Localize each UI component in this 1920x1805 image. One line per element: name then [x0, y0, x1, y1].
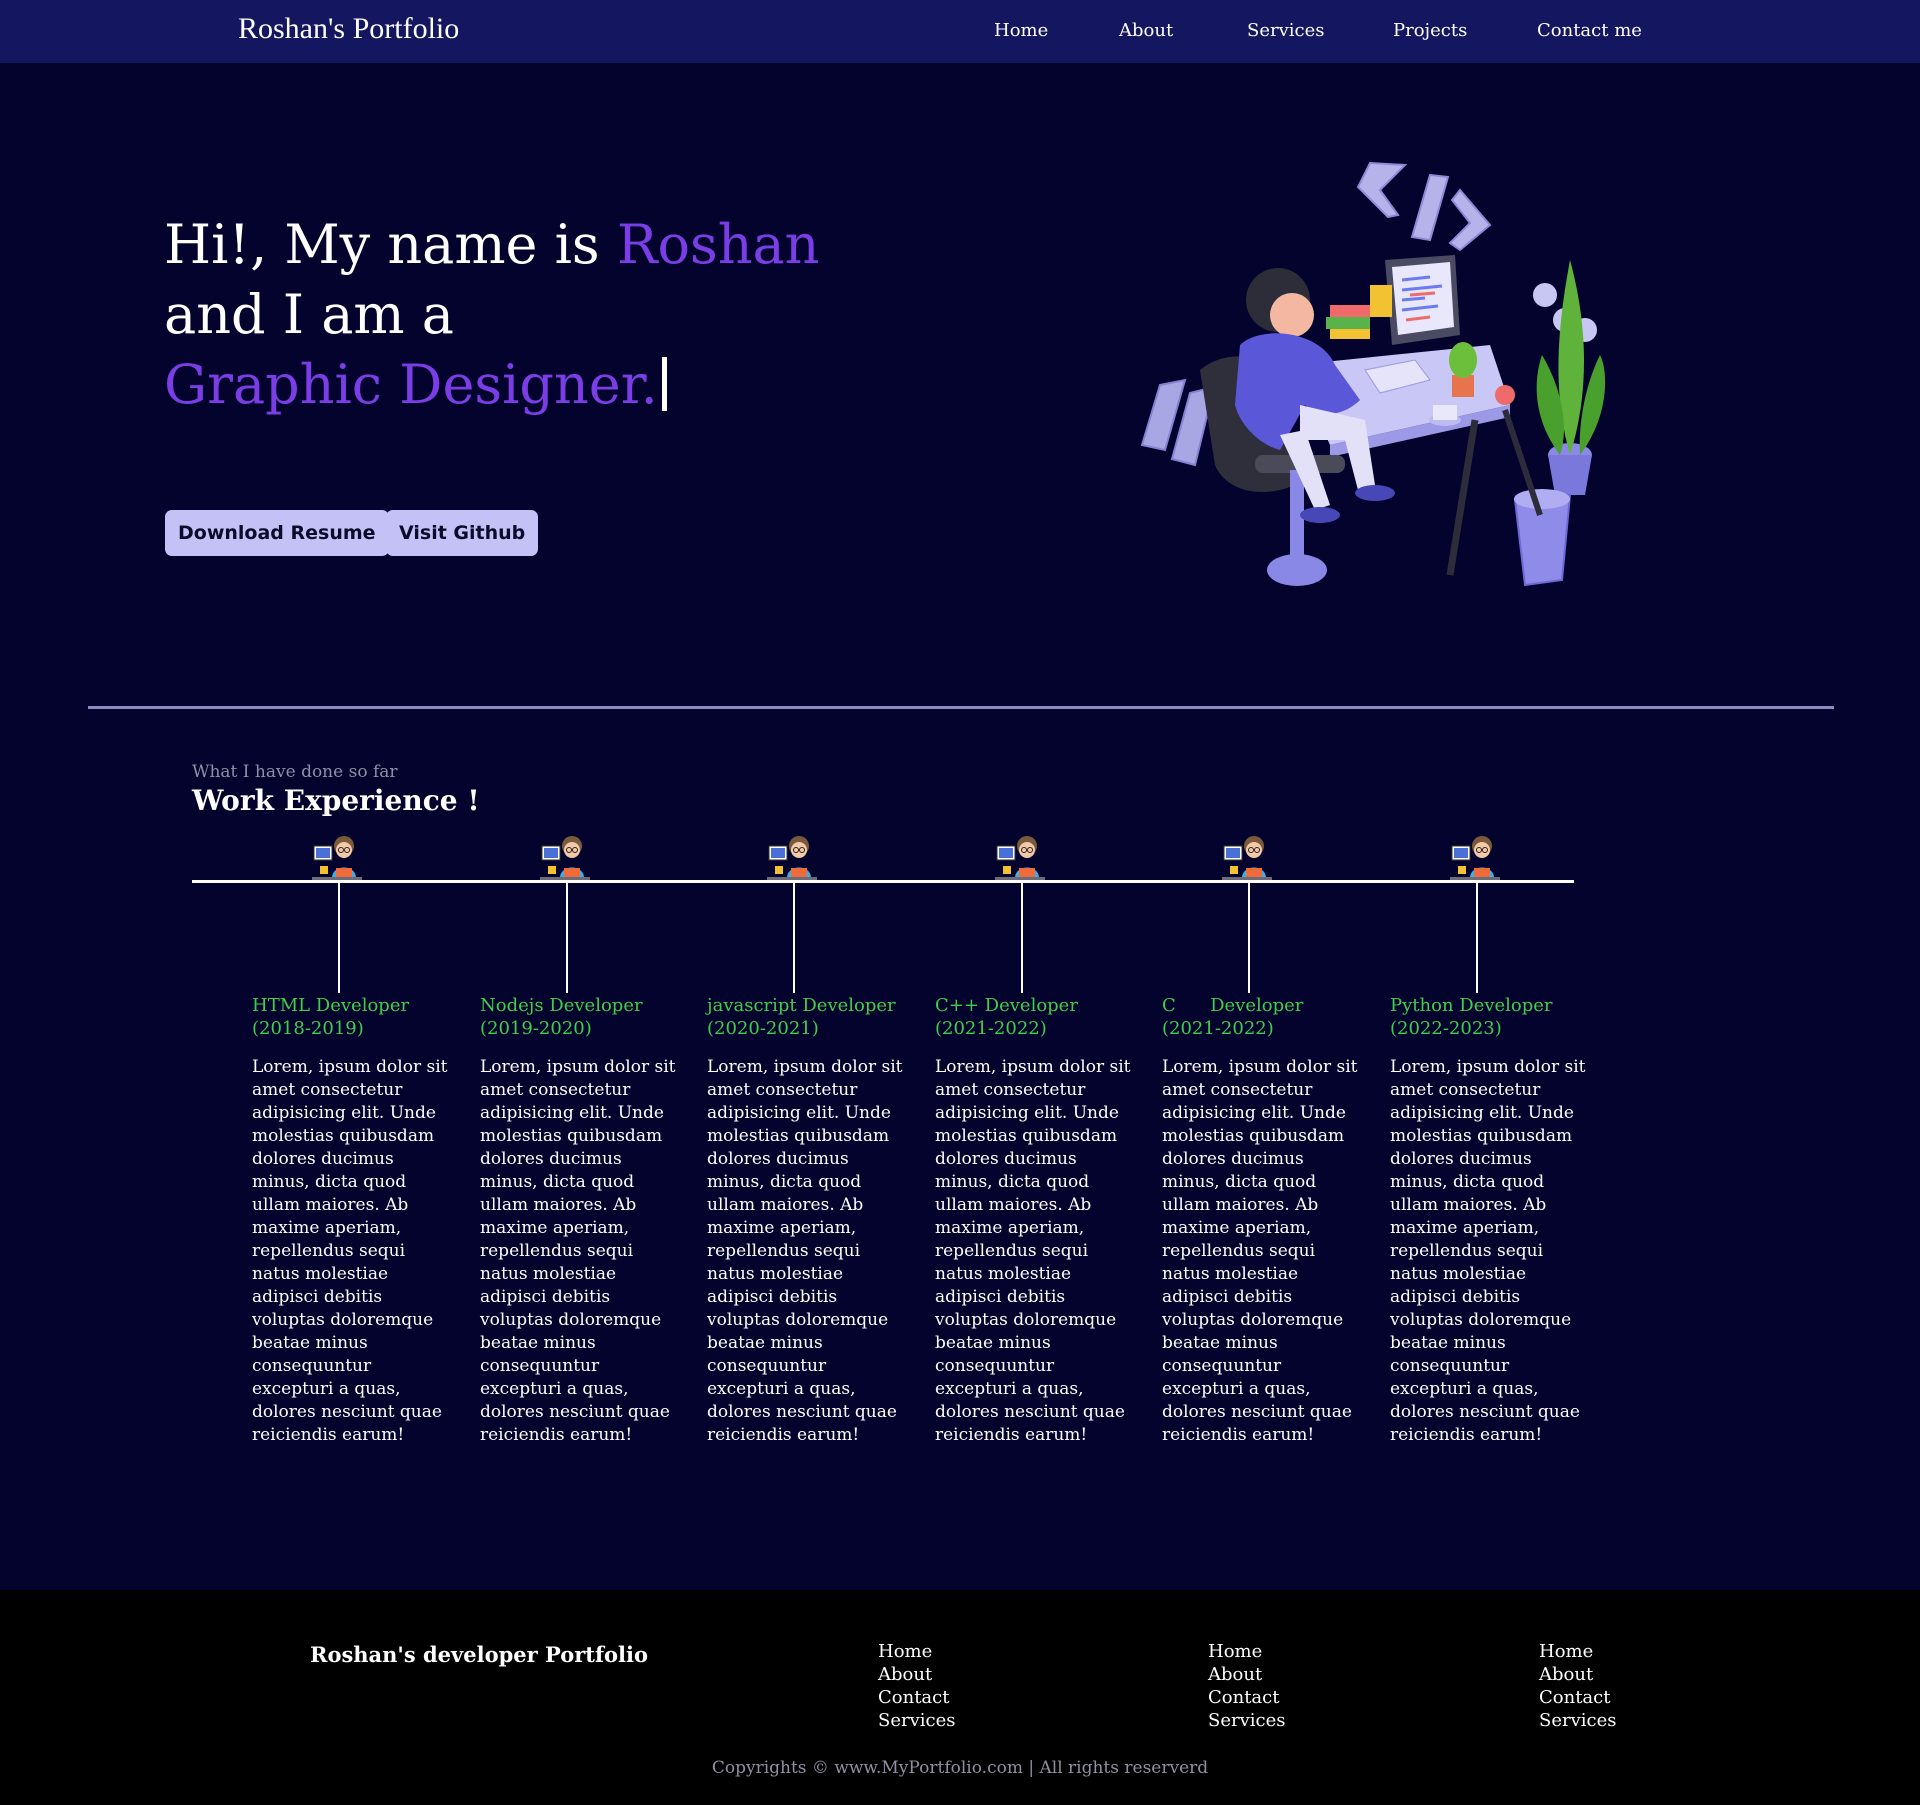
developer-avatar-icon: [1450, 834, 1500, 880]
footer-column-2: Home About Contact Services: [1208, 1640, 1285, 1732]
footer-link-about[interactable]: About: [878, 1663, 955, 1686]
job-years: (2018-2019): [252, 1018, 364, 1039]
job-title: Nodejs Developer: [480, 995, 643, 1016]
nav-link-projects[interactable]: Projects: [1393, 20, 1467, 41]
job-heading: C Developer (2021-2022): [1162, 994, 1372, 1040]
footer-link-services[interactable]: Services: [1208, 1709, 1285, 1732]
developer-avatar-icon: [312, 834, 362, 880]
job-heading: C++ Developer (2021-2022): [935, 994, 1145, 1040]
footer-link-home[interactable]: Home: [1208, 1640, 1285, 1663]
typing-cursor: [661, 357, 667, 411]
job-heading: javascript Developer (2020-2021): [707, 994, 917, 1040]
work-title: Work Experience !: [192, 784, 480, 817]
timeline-stem: [1476, 883, 1478, 993]
copyright-text: Copyrights © www.MyPortfolio.com | All r…: [711, 1758, 1209, 1778]
timeline-stem: [1248, 883, 1250, 993]
job-years: (2021-2022): [935, 1018, 1047, 1039]
hero-name: Roshan: [616, 213, 820, 276]
download-resume-button[interactable]: Download Resume: [165, 510, 389, 556]
job-title: C Developer: [1162, 995, 1304, 1016]
footer-link-services[interactable]: Services: [878, 1709, 955, 1732]
nav-links: Home About Services Projects Contact me: [0, 20, 1920, 50]
developer-avatar-icon: [1222, 834, 1272, 880]
job-title: C++ Developer: [935, 995, 1078, 1016]
footer-column-3: Home About Contact Services: [1539, 1640, 1616, 1732]
nav-link-home[interactable]: Home: [994, 20, 1048, 41]
footer-link-home[interactable]: Home: [878, 1640, 955, 1663]
job-description: Lorem, ipsum dolor sit amet consectetur …: [480, 1057, 676, 1445]
footer-link-services[interactable]: Services: [1539, 1709, 1616, 1732]
job-title: HTML Developer: [252, 995, 410, 1016]
job-description: Lorem, ipsum dolor sit amet consectetur …: [707, 1057, 903, 1445]
nav-link-contact[interactable]: Contact me: [1537, 20, 1642, 41]
developer-avatar-icon: [540, 834, 590, 880]
hero-heading: Hi!, My name is Roshan and I am a Graphi…: [164, 210, 819, 420]
nav-link-about[interactable]: About: [1119, 20, 1173, 41]
footer-link-contact[interactable]: Contact: [878, 1686, 955, 1709]
job-years: (2021-2022): [1162, 1018, 1274, 1039]
footer-brand: Roshan's developer Portfolio: [310, 1642, 648, 1667]
job-heading: Python Developer (2022-2023): [1390, 994, 1600, 1040]
footer-link-home[interactable]: Home: [1539, 1640, 1616, 1663]
footer-link-about[interactable]: About: [1539, 1663, 1616, 1686]
section-divider: [88, 706, 1834, 709]
timeline-stem: [1021, 883, 1023, 993]
timeline-stem: [338, 883, 340, 993]
visit-github-button[interactable]: Visit Github: [386, 510, 539, 556]
job-years: (2022-2023): [1390, 1018, 1502, 1039]
footer-link-contact[interactable]: Contact: [1539, 1686, 1616, 1709]
developer-illustration: [1140, 161, 1606, 587]
hero-greeting: Hi!, My name is: [164, 213, 600, 276]
footer: Roshan's developer Portfolio Home About …: [0, 1590, 1920, 1805]
job-description: Lorem, ipsum dolor sit amet consectetur …: [935, 1057, 1131, 1445]
job-years: (2019-2020): [480, 1018, 592, 1039]
top-navbar: Roshan's Portfolio Home About Services P…: [0, 0, 1920, 63]
job-title: Python Developer: [1390, 995, 1553, 1016]
developer-avatar-icon: [767, 834, 817, 880]
developer-avatar-icon: [995, 834, 1045, 880]
nav-link-services[interactable]: Services: [1247, 20, 1324, 41]
job-title: javascript Developer: [707, 995, 896, 1016]
hero-intro: and I am a: [164, 283, 454, 346]
job-description: Lorem, ipsum dolor sit amet consectetur …: [1162, 1057, 1358, 1445]
timeline-stem: [566, 883, 568, 993]
timeline-line: [192, 880, 1574, 883]
job-heading: HTML Developer (2018-2019): [252, 994, 462, 1040]
job-heading: Nodejs Developer (2019-2020): [480, 994, 690, 1040]
job-description: Lorem, ipsum dolor sit amet consectetur …: [252, 1057, 448, 1445]
job-description: Lorem, ipsum dolor sit amet consectetur …: [1390, 1057, 1586, 1445]
work-subtitle: What I have done so far: [192, 762, 398, 782]
footer-link-contact[interactable]: Contact: [1208, 1686, 1285, 1709]
footer-column-1: Home About Contact Services: [878, 1640, 955, 1732]
timeline-stem: [793, 883, 795, 993]
job-years: (2020-2021): [707, 1018, 819, 1039]
hero-role: Graphic Designer.: [164, 353, 658, 416]
footer-link-about[interactable]: About: [1208, 1663, 1285, 1686]
